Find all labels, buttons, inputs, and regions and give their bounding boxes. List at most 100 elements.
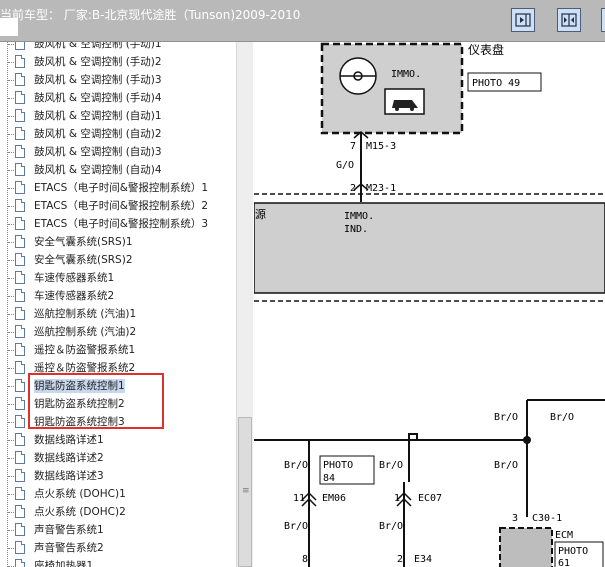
tree-item[interactable]: 鼓风机 & 空调控制 (自动)3	[0, 143, 236, 161]
document-icon	[15, 307, 25, 320]
tree-item[interactable]: 声音警告系统2	[0, 539, 236, 557]
instrument-cluster-label: 仪表盘	[468, 42, 504, 57]
expand-right-icon	[515, 13, 531, 27]
tree-item[interactable]: 鼓风机 & 空调控制 (自动)1	[0, 107, 236, 125]
split-view-button[interactable]	[557, 8, 581, 32]
tree-item-label: 数据线路详述1	[34, 434, 104, 446]
tree-item[interactable]: 鼓风机 & 空调控制 (自动)4	[0, 161, 236, 179]
document-icon	[15, 541, 25, 554]
svg-text:EM06: EM06	[322, 493, 346, 504]
document-icon	[15, 235, 25, 248]
tree-item[interactable]: 鼓风机 & 空调控制 (手动)3	[0, 71, 236, 89]
document-icon	[15, 469, 25, 482]
svg-text:Br/O: Br/O	[284, 460, 308, 471]
wiring-diagram[interactable]: IMMO. 仪表盘 PHOTO 49 7 M15-3 G/O 2 M23-1 源…	[254, 42, 605, 567]
tree-item-label: 座椅加热器1	[34, 560, 94, 567]
tree-item-label: 巡航控制系统 (汽油)1	[34, 308, 137, 320]
svg-text:8: 8	[302, 554, 308, 565]
tree-item[interactable]: 车速传感器系统2	[0, 287, 236, 305]
tree-connector-dash	[8, 350, 14, 351]
document-icon	[15, 199, 25, 212]
svg-text:61: 61	[558, 558, 570, 567]
tree-connector-dash	[8, 206, 14, 207]
document-icon	[15, 343, 25, 356]
tree-item[interactable]: 车速传感器系统1	[0, 269, 236, 287]
document-icon	[15, 523, 25, 536]
tree-connector-dash	[8, 530, 14, 531]
gray-module-band	[254, 202, 605, 294]
collapse-button[interactable]	[601, 8, 605, 32]
tree-item[interactable]: ETACS（电子时间&警报控制系统）3	[0, 215, 236, 233]
tree-item[interactable]: 巡航控制系统 (汽油)1	[0, 305, 236, 323]
tree-item[interactable]: 座椅加热器1	[0, 557, 236, 567]
tree-scrollbar[interactable]: ≡	[236, 42, 253, 567]
tree-item-label: 数据线路详述2	[34, 452, 104, 464]
tree-item-label: 鼓风机 & 空调控制 (手动)3	[34, 74, 162, 86]
svg-text:Br/O: Br/O	[494, 460, 518, 471]
tree-item[interactable]: 巡航控制系统 (汽油)2	[0, 323, 236, 341]
tree-item[interactable]: 数据线路详述3	[0, 467, 236, 485]
document-icon	[15, 181, 25, 194]
document-icon	[15, 73, 25, 86]
scrollbar-thumb[interactable]: ≡	[238, 417, 252, 567]
tree-item[interactable]: 声音警告系统1	[0, 521, 236, 539]
tree-item[interactable]: 点火系统 (DOHC)2	[0, 503, 236, 521]
svg-text:源: 源	[255, 207, 266, 221]
split-view-icon	[561, 13, 577, 27]
tree-connector-dash	[8, 260, 14, 261]
document-icon	[15, 91, 25, 104]
svg-text:Br/O: Br/O	[494, 412, 518, 423]
tree-item[interactable]: 鼓风机 & 空调控制 (手动)4	[0, 89, 236, 107]
document-icon	[15, 145, 25, 158]
tree-item[interactable]: 鼓风机 & 空调控制 (手动)1	[0, 42, 236, 53]
svg-text:M15-3: M15-3	[366, 141, 396, 152]
tree-item-label: 遥控＆防盗警报系统1	[34, 344, 136, 356]
tree-connector-dash	[8, 296, 14, 297]
wiring-diagram-canvas: IMMO. 仪表盘 PHOTO 49 7 M15-3 G/O 2 M23-1 源…	[254, 42, 605, 567]
document-icon	[15, 289, 25, 302]
tree-item-label: 巡航控制系统 (汽油)2	[34, 326, 137, 338]
tree-connector-dash	[8, 368, 14, 369]
document-icon	[15, 217, 25, 230]
document-icon	[15, 361, 25, 374]
tree-item-label: 车速传感器系统1	[34, 272, 115, 284]
svg-text:PHOTO: PHOTO	[323, 460, 353, 471]
tree-item[interactable]: 安全气囊系统(SRS)1	[0, 233, 236, 251]
tree-item-label: 鼓风机 & 空调控制 (手动)2	[34, 56, 162, 68]
tree-connector-dash	[8, 494, 14, 495]
tree-item[interactable]: 数据线路详述2	[0, 449, 236, 467]
tree-item[interactable]: 数据线路详述1	[0, 431, 236, 449]
tree-connector-dash	[8, 440, 14, 441]
circuit-tree: 鼓风机 & 空调控制 (手动)1 鼓风机 & 空调控制 (手动)2 鼓风机 & 空调…	[0, 42, 236, 567]
tree-connector-dash	[8, 314, 14, 315]
tree-item-label: 安全气囊系统(SRS)1	[34, 236, 133, 248]
document-icon	[15, 451, 25, 464]
tree-connector-dash	[8, 404, 14, 405]
svg-text:G/O: G/O	[336, 160, 354, 171]
document-icon	[15, 253, 25, 266]
svg-text:Br/O: Br/O	[379, 521, 403, 532]
tree-item[interactable]: 点火系统 (DOHC)1	[0, 485, 236, 503]
expand-right-button[interactable]	[511, 8, 535, 32]
svg-text:E34: E34	[414, 554, 432, 565]
tree-item[interactable]: ETACS（电子时间&警报控制系统）1	[0, 179, 236, 197]
tree-item[interactable]: ETACS（电子时间&警报控制系统）2	[0, 197, 236, 215]
document-icon	[15, 397, 25, 410]
document-icon	[15, 109, 25, 122]
tree-item-label: 鼓风机 & 空调控制 (手动)4	[34, 92, 162, 104]
tree-item[interactable]: 鼓风机 & 空调控制 (手动)2	[0, 53, 236, 71]
svg-text:Br/O: Br/O	[284, 521, 308, 532]
svg-text:ECM: ECM	[555, 530, 573, 541]
immo-label: IMMO.	[391, 69, 421, 80]
tree-connector-dash	[8, 80, 14, 81]
tree-connector-dash	[8, 242, 14, 243]
tree-item[interactable]: 遥控＆防盗警报系统1	[0, 341, 236, 359]
tree-item[interactable]: 安全气囊系统(SRS)2	[0, 251, 236, 269]
tree-connector-dash	[8, 422, 14, 423]
tree-item-label: ETACS（电子时间&警报控制系统）3	[34, 218, 209, 230]
svg-text:C30-1: C30-1	[532, 513, 562, 524]
document-icon	[15, 42, 25, 50]
tree-item[interactable]: 鼓风机 & 空调控制 (自动)2	[0, 125, 236, 143]
svg-text:EC07: EC07	[418, 493, 442, 504]
svg-text:Br/O: Br/O	[379, 460, 403, 471]
